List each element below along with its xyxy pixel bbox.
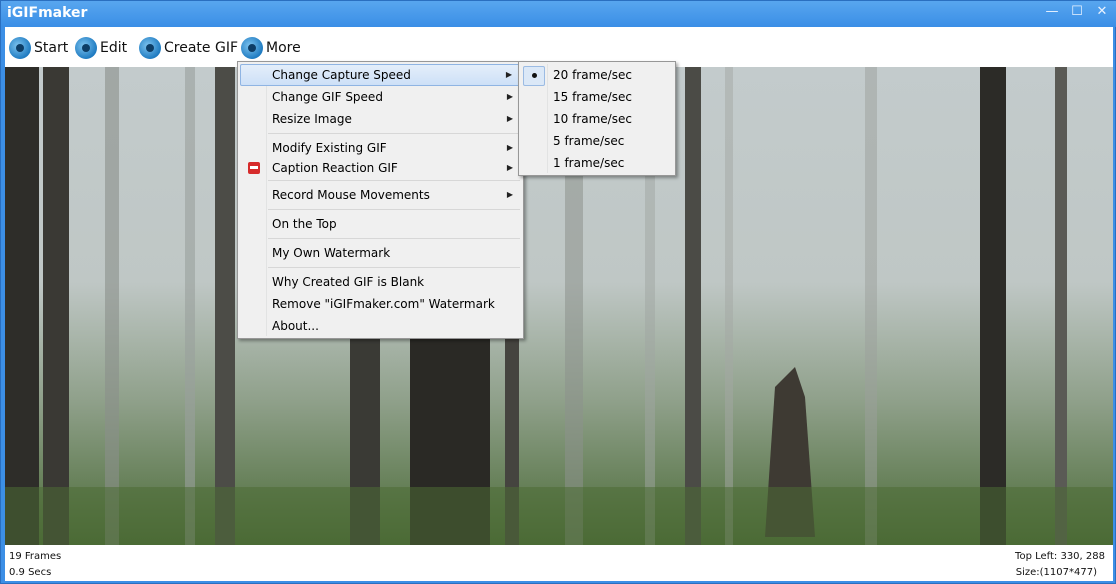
menu-separator bbox=[268, 209, 520, 210]
menu-item-change-gif-speed[interactable]: Change GIF Speed ▶ bbox=[240, 86, 521, 108]
app-title: iGIFmaker bbox=[7, 5, 88, 21]
menu-item-on-the-top[interactable]: On the Top bbox=[240, 213, 521, 235]
menu-item-label: About... bbox=[272, 319, 319, 333]
submenu-arrow-icon: ▶ bbox=[506, 92, 513, 101]
menu-item-label: 10 frame/sec bbox=[553, 112, 632, 126]
menu-item-my-own-watermark[interactable]: My Own Watermark bbox=[240, 242, 521, 264]
menu-separator bbox=[268, 180, 520, 181]
minimize-icon[interactable]: — bbox=[1041, 3, 1063, 21]
menu-item-about[interactable]: About... bbox=[240, 315, 521, 337]
capture-speed-submenu: 20 frame/sec 15 frame/sec 10 frame/sec 5… bbox=[518, 61, 676, 176]
menu-item-20-fps[interactable]: 20 frame/sec bbox=[521, 64, 673, 86]
menu-item-label: Resize Image bbox=[272, 112, 352, 126]
menu-item-label: 20 frame/sec bbox=[553, 68, 632, 82]
menu-separator bbox=[268, 133, 520, 134]
edit-label: Edit bbox=[100, 40, 128, 56]
create-gif-label: Create GIF bbox=[164, 40, 238, 56]
title-bar[interactable]: iGIFmaker — ☐ ✕ bbox=[1, 1, 1116, 27]
size-readout: Size:(1107*477) bbox=[1015, 567, 1097, 578]
radio-bullet-icon bbox=[532, 73, 537, 78]
menu-item-15-fps[interactable]: 15 frame/sec bbox=[521, 86, 673, 108]
menu-item-label: Change Capture Speed bbox=[272, 68, 411, 82]
gear-icon bbox=[241, 37, 263, 59]
submenu-arrow-icon: ▶ bbox=[506, 163, 513, 172]
menu-separator bbox=[268, 267, 520, 268]
menu-item-caption-reaction-gif[interactable]: Caption Reaction GIF ▶ bbox=[240, 157, 521, 179]
create-gif-button[interactable]: Create GIF bbox=[139, 36, 238, 60]
more-label: More bbox=[266, 40, 301, 56]
menu-item-modify-existing-gif[interactable]: Modify Existing GIF ▶ bbox=[240, 137, 521, 159]
more-menu: Change Capture Speed ▶ Change GIF Speed … bbox=[237, 61, 524, 339]
frame-count: 19 Frames bbox=[9, 551, 62, 562]
menu-item-label: On the Top bbox=[272, 217, 337, 231]
menu-item-label: Why Created GIF is Blank bbox=[272, 275, 425, 289]
submenu-arrow-icon: ▶ bbox=[506, 190, 513, 199]
status-bar: 19 Frames 0.9 Secs Top Left: 330, 288 Si… bbox=[5, 545, 1113, 581]
menu-item-10-fps[interactable]: 10 frame/sec bbox=[521, 108, 673, 130]
start-label: Start bbox=[34, 40, 69, 56]
submenu-arrow-icon: ▶ bbox=[506, 114, 513, 123]
menu-item-record-mouse-movements[interactable]: Record Mouse Movements ▶ bbox=[240, 184, 521, 206]
menu-separator bbox=[268, 238, 520, 239]
caption-icon bbox=[248, 162, 260, 174]
menu-item-resize-image[interactable]: Resize Image ▶ bbox=[240, 108, 521, 130]
menu-item-label: Caption Reaction GIF bbox=[272, 161, 398, 175]
top-left-readout: Top Left: 330, 288 bbox=[1015, 551, 1105, 562]
menu-item-label: My Own Watermark bbox=[272, 246, 391, 260]
menu-item-label: Change GIF Speed bbox=[272, 90, 383, 104]
menu-item-label: Modify Existing GIF bbox=[272, 141, 387, 155]
maximize-icon[interactable]: ☐ bbox=[1066, 3, 1088, 21]
menu-item-label: 1 frame/sec bbox=[553, 156, 625, 170]
wrench-icon bbox=[75, 37, 97, 59]
menu-item-1-fps[interactable]: 1 frame/sec bbox=[521, 152, 673, 174]
menu-item-label: 5 frame/sec bbox=[553, 134, 625, 148]
start-button[interactable]: Start bbox=[9, 36, 68, 60]
menu-item-remove-watermark[interactable]: Remove "iGIFmaker.com" Watermark bbox=[240, 293, 521, 315]
menu-item-label: Remove "iGIFmaker.com" Watermark bbox=[272, 297, 495, 311]
submenu-arrow-icon: ▶ bbox=[506, 143, 513, 152]
close-icon[interactable]: ✕ bbox=[1091, 3, 1113, 21]
duration: 0.9 Secs bbox=[9, 567, 52, 578]
redo-arrow-icon bbox=[139, 37, 161, 59]
submenu-arrow-icon: ▶ bbox=[505, 70, 512, 79]
menu-item-label: 15 frame/sec bbox=[553, 90, 632, 104]
edit-button[interactable]: Edit bbox=[75, 36, 127, 60]
menu-item-change-capture-speed[interactable]: Change Capture Speed ▶ bbox=[240, 64, 521, 86]
menu-item-why-created-gif-is-blank[interactable]: Why Created GIF is Blank bbox=[240, 271, 521, 293]
menu-item-5-fps[interactable]: 5 frame/sec bbox=[521, 130, 673, 152]
menu-item-label: Record Mouse Movements bbox=[272, 188, 430, 202]
more-button[interactable]: More bbox=[241, 36, 301, 60]
record-icon bbox=[9, 37, 31, 59]
